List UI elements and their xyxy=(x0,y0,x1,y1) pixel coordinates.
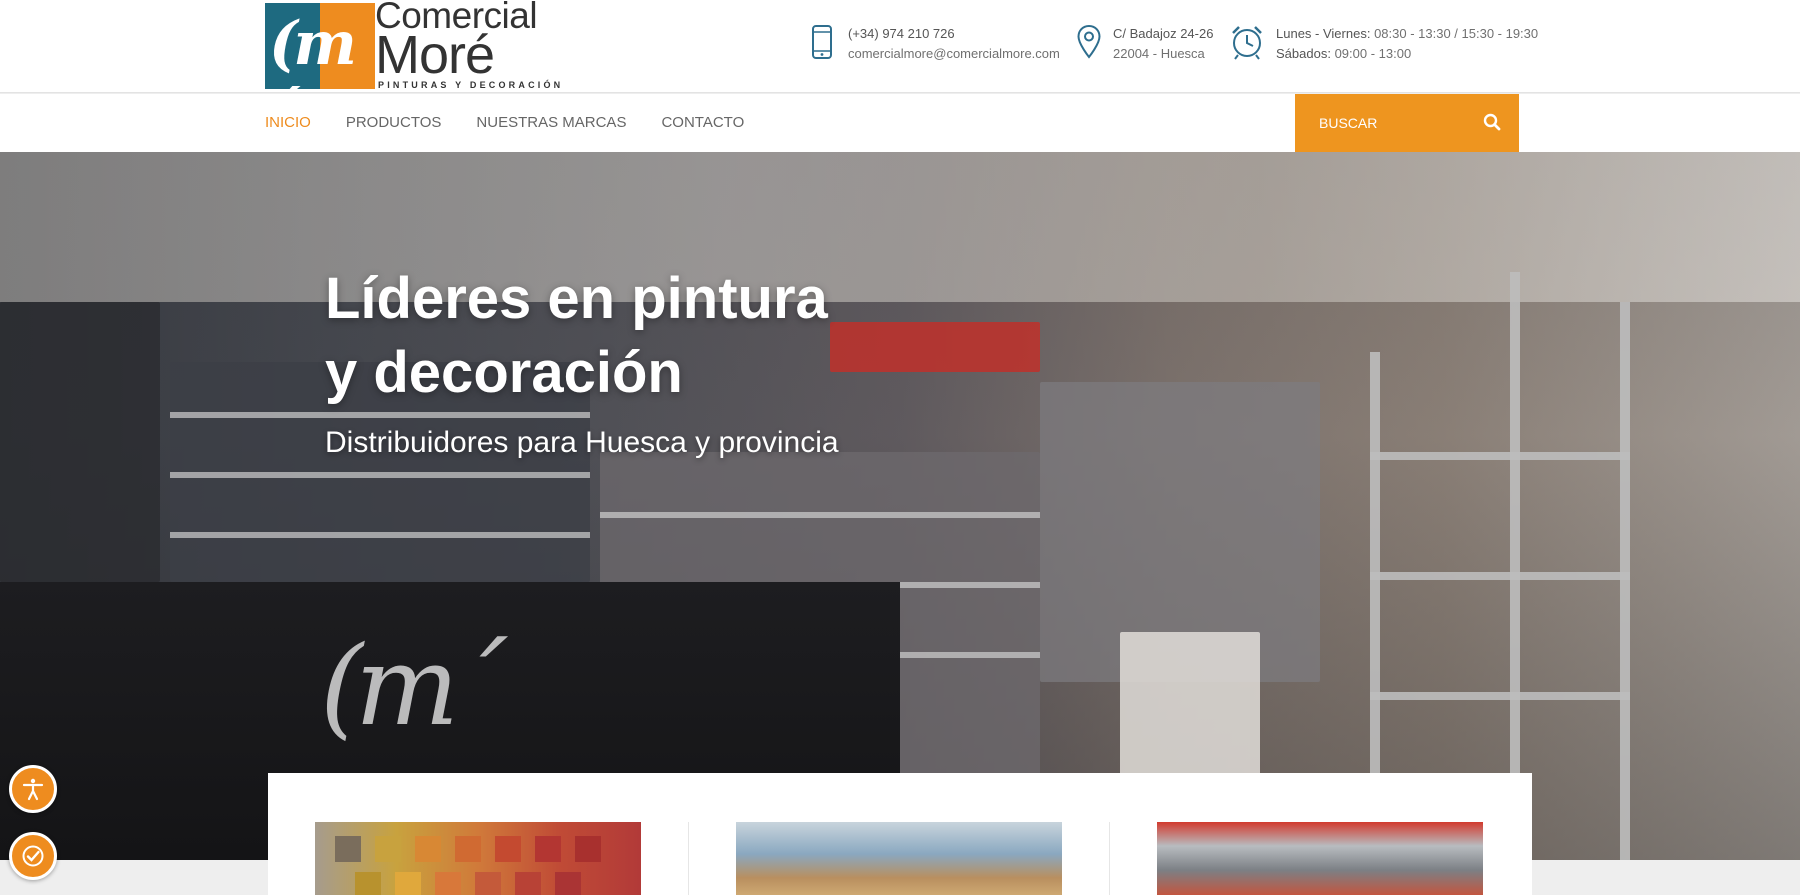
category-image-store[interactable] xyxy=(736,822,1062,895)
featured-categories-card xyxy=(268,773,1532,895)
logo-mark: (m´ xyxy=(265,3,375,89)
accessibility-check-button[interactable] xyxy=(9,832,57,880)
main-nav: INICIO PRODUCTOS NUESTRAS MARCAS CONTACT… xyxy=(0,94,1800,152)
hero-background-photo xyxy=(0,152,1800,302)
logo-tagline: PINTURAS Y DECORACIÓN xyxy=(378,80,564,90)
accessibility-icon xyxy=(22,778,44,801)
contact-phone[interactable]: (+34) 974 210 726 xyxy=(848,24,1060,44)
hours-saturday: Sábados: 09:00 - 13:00 xyxy=(1276,46,1412,61)
category-image-colors[interactable] xyxy=(315,822,641,895)
nav-item-inicio[interactable]: INICIO xyxy=(265,94,311,152)
accessibility-button[interactable] xyxy=(9,765,57,813)
top-header: (m´ Comercial Moré PINTURAS Y DECORACIÓN… xyxy=(0,0,1800,93)
counter-logo-mark: (m´ xyxy=(320,622,506,750)
nav-item-contacto[interactable]: CONTACTO xyxy=(661,94,744,152)
hours-weekdays: Lunes - Viernes: 08:30 - 13:30 / 15:30 -… xyxy=(1276,26,1539,41)
nav-item-productos[interactable]: PRODUCTOS xyxy=(346,94,442,152)
hero-banner: (m´ Líderes en pintura y decoración Dist… xyxy=(0,152,1800,860)
smartphone-icon xyxy=(811,24,833,66)
address-street: C/ Badajoz 24-26 xyxy=(1113,26,1214,41)
address-city: 22004 - Huesca xyxy=(1113,46,1205,61)
alarm-clock-icon xyxy=(1228,24,1266,66)
search-icon[interactable] xyxy=(1483,113,1503,133)
contact-email[interactable]: comercialmore@comercialmore.com xyxy=(848,44,1060,64)
map-pin-icon xyxy=(1076,24,1102,66)
card-divider xyxy=(688,822,689,895)
nav-item-nuestras-marcas[interactable]: NUESTRAS MARCAS xyxy=(476,94,626,152)
card-divider xyxy=(1109,822,1110,895)
accessibility-check-icon xyxy=(22,845,44,867)
category-image-paint-cans[interactable] xyxy=(1157,822,1483,895)
site-logo[interactable]: (m´ Comercial Moré PINTURAS Y DECORACIÓN xyxy=(265,0,560,90)
search-input[interactable] xyxy=(1295,94,1485,152)
logo-text-more: Moré xyxy=(375,25,495,85)
hero-subtitle: Distribuidores para Huesca y provincia xyxy=(325,426,839,459)
hero-title: Líderes en pintura y decoración xyxy=(325,266,828,405)
search-box xyxy=(1295,94,1519,152)
